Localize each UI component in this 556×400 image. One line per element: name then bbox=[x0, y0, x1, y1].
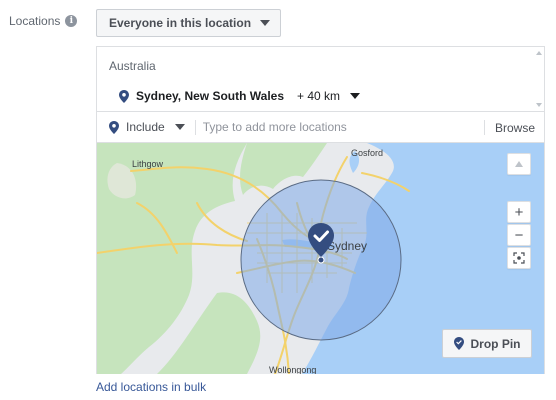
zoom-in-button[interactable]: + bbox=[507, 201, 531, 223]
location-pin-icon bbox=[119, 89, 129, 103]
fit-bounds-button[interactable] bbox=[507, 247, 531, 269]
drop-pin-icon bbox=[453, 337, 464, 350]
locations-label: Locations bbox=[9, 14, 61, 28]
scroll-up-arrow-icon[interactable] bbox=[536, 51, 542, 55]
location-panel: Australia Sydney, New South Wales + 40 k… bbox=[96, 46, 545, 374]
audience-dropdown-label: Everyone in this location bbox=[109, 16, 252, 30]
add-locations-in-bulk-link[interactable]: Add locations in bulk bbox=[96, 380, 206, 394]
country-group-label: Australia bbox=[109, 59, 156, 73]
divider bbox=[484, 120, 485, 135]
location-map[interactable]: Lithgow Gosford Wollongong Sydney + − Dr… bbox=[97, 143, 544, 374]
radius-dropdown[interactable]: + 40 km bbox=[297, 89, 361, 103]
selected-locations-list: Australia Sydney, New South Wales + 40 k… bbox=[97, 47, 544, 112]
include-label: Include bbox=[126, 120, 165, 134]
map-pin-icon[interactable] bbox=[308, 223, 334, 257]
chevron-up-icon bbox=[515, 161, 523, 167]
radius-value: + 40 km bbox=[297, 89, 341, 103]
map-label-wollongong: Wollongong bbox=[269, 365, 317, 374]
map-label-gosford: Gosford bbox=[351, 148, 384, 158]
caret-down-icon bbox=[350, 93, 361, 99]
zoom-out-button[interactable]: − bbox=[507, 224, 531, 246]
audience-location-dropdown[interactable]: Everyone in this location bbox=[96, 9, 282, 37]
drop-pin-label: Drop Pin bbox=[470, 336, 521, 351]
drop-pin-button[interactable]: Drop Pin bbox=[442, 329, 532, 358]
locations-label-row: Locations i bbox=[9, 14, 78, 28]
selected-location-name: Sydney, New South Wales bbox=[136, 89, 285, 103]
scroll-down-arrow-icon[interactable] bbox=[536, 103, 542, 107]
divider bbox=[194, 119, 196, 135]
location-pin-icon bbox=[109, 120, 119, 134]
list-scrollbar[interactable] bbox=[534, 47, 544, 111]
caret-down-icon bbox=[174, 124, 185, 130]
map-collapse-button[interactable] bbox=[507, 153, 531, 175]
info-icon[interactable]: i bbox=[65, 15, 78, 27]
selected-location-item[interactable]: Sydney, New South Wales + 40 km bbox=[119, 89, 361, 103]
zoom-controls: + − bbox=[507, 201, 531, 270]
include-dropdown[interactable]: Include bbox=[97, 112, 195, 142]
recenter-icon bbox=[513, 252, 525, 264]
browse-button[interactable]: Browse bbox=[495, 121, 535, 135]
map-label-lithgow: Lithgow bbox=[132, 159, 164, 169]
caret-down-icon bbox=[260, 20, 271, 26]
location-search-input[interactable] bbox=[202, 120, 473, 134]
location-input-row: Include Browse bbox=[97, 112, 544, 143]
